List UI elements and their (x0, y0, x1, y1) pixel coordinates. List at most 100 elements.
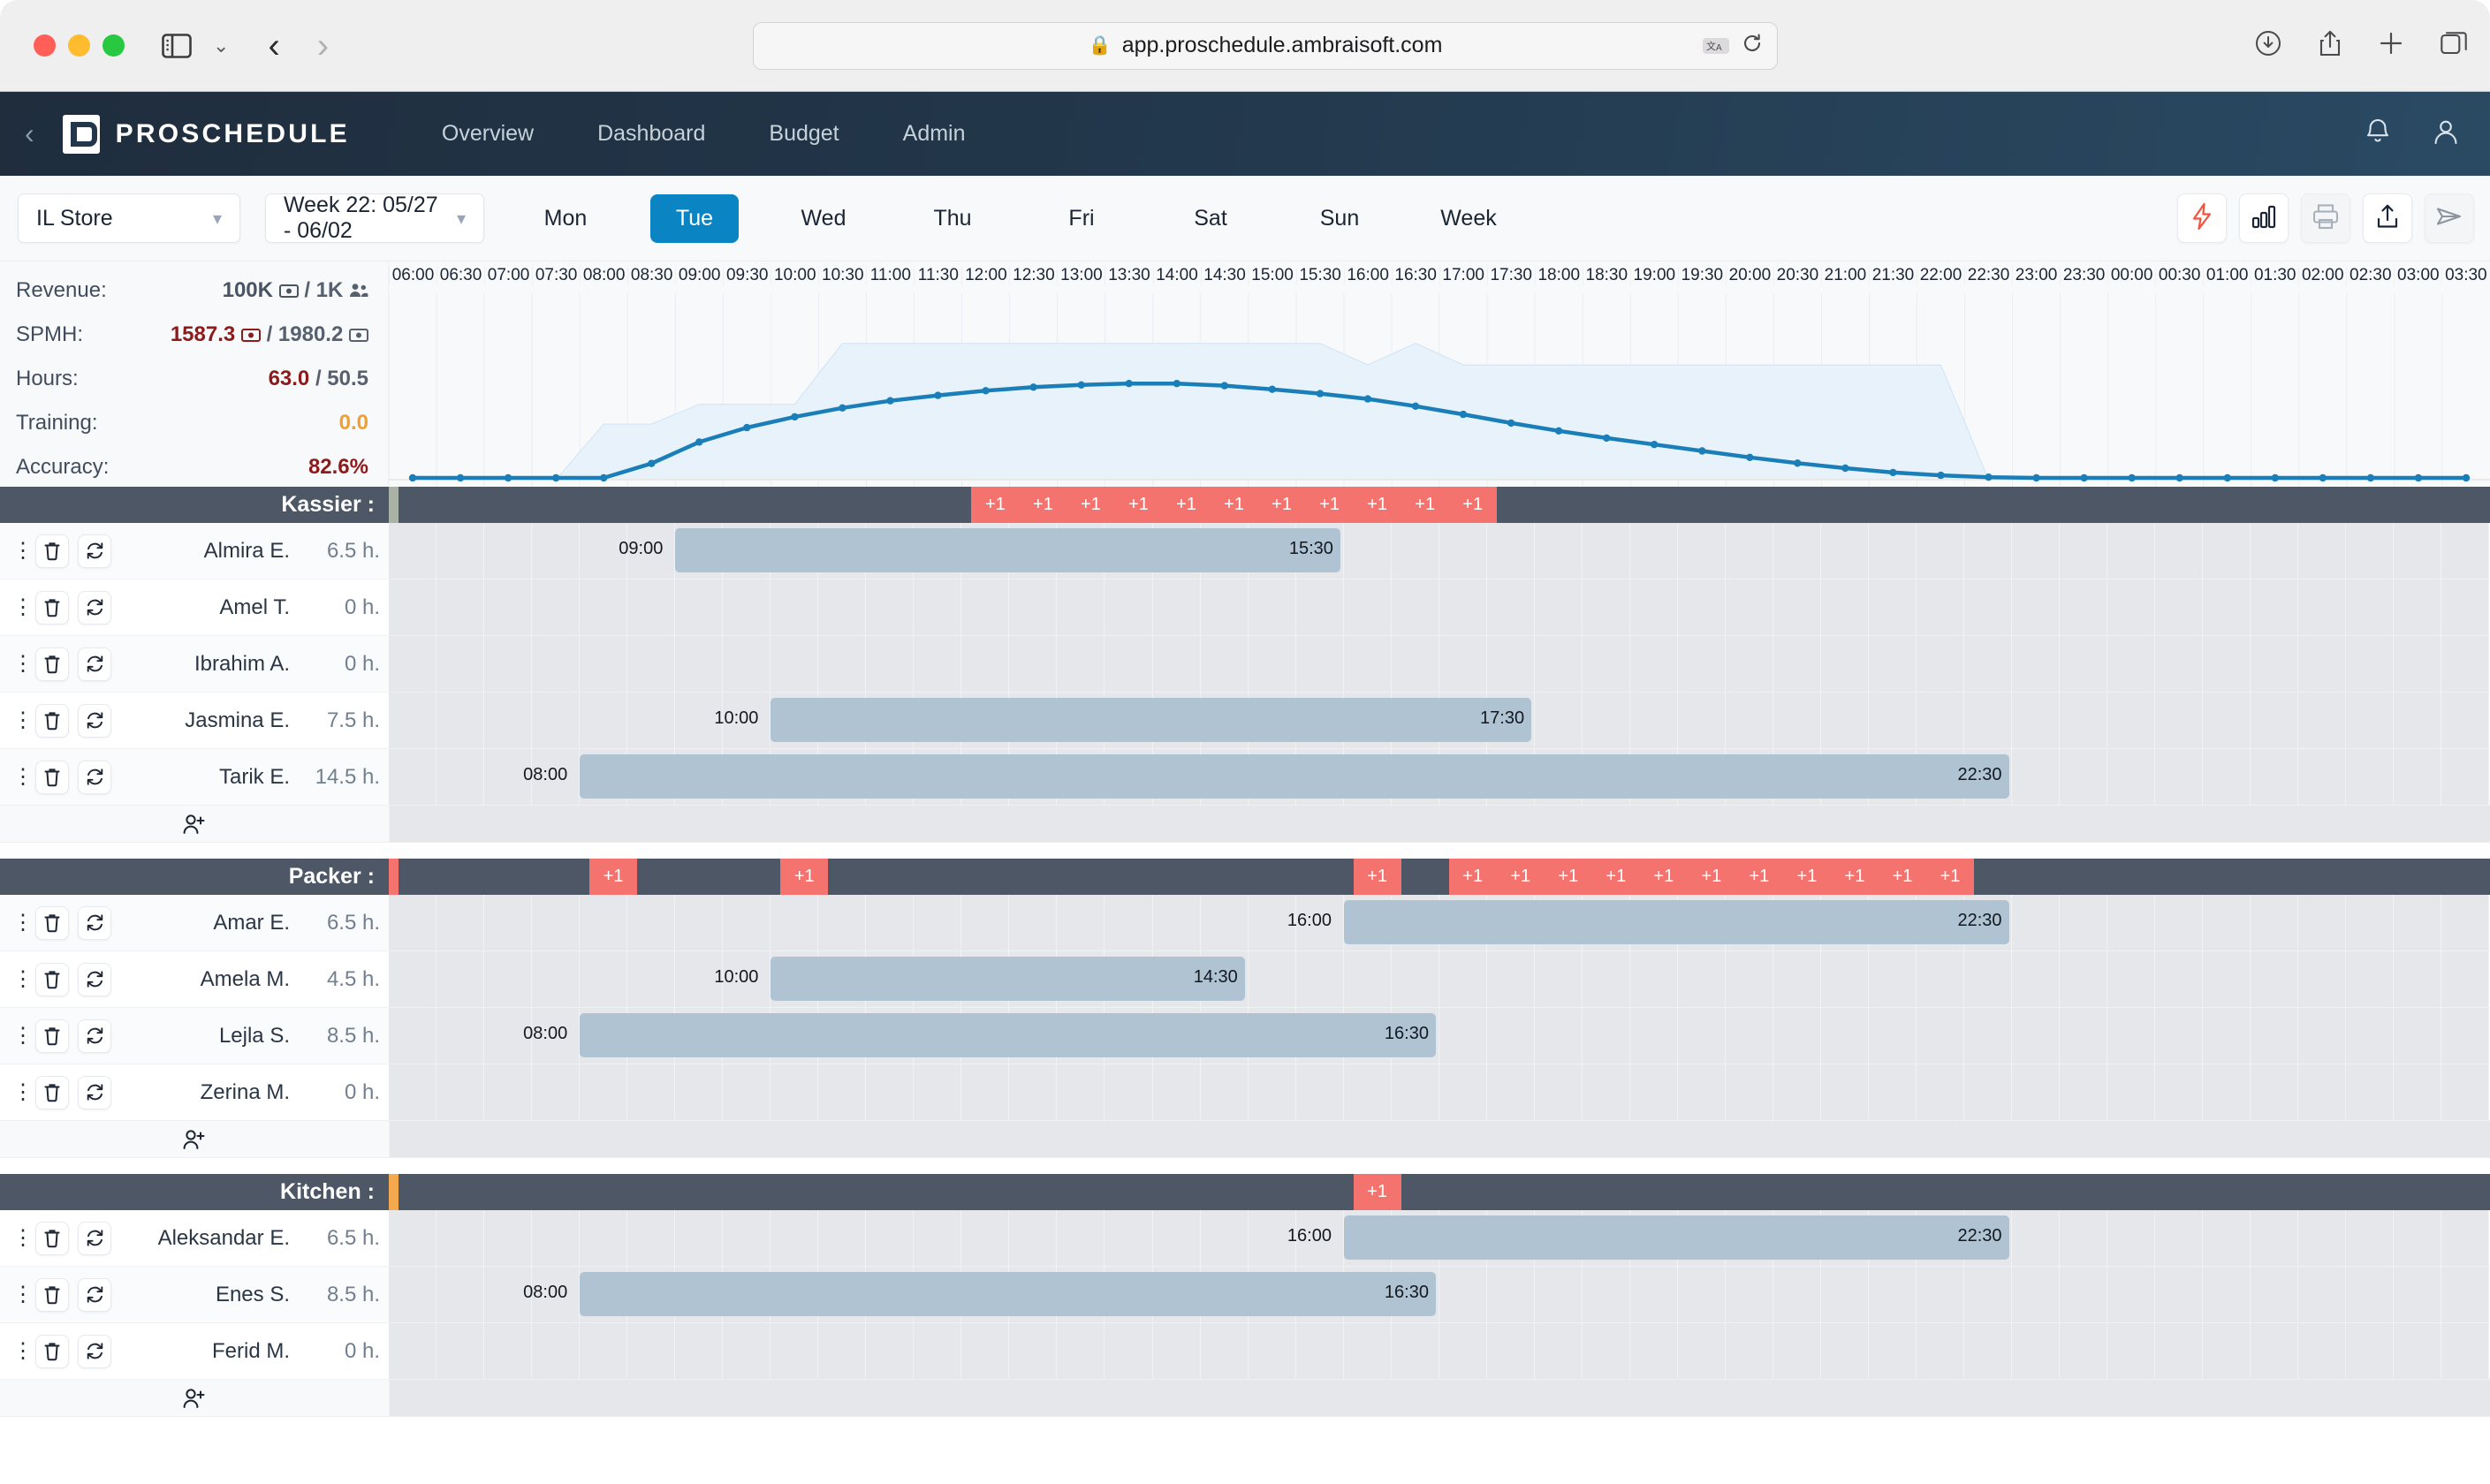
timeslot-cell[interactable] (389, 951, 437, 1007)
timeslot-cell[interactable] (1917, 693, 1965, 748)
timeslot-cell[interactable] (1820, 579, 1869, 635)
send-button[interactable] (2425, 193, 2474, 243)
timeslot-cell[interactable] (2298, 523, 2347, 579)
add-employee-row[interactable] (0, 1380, 2490, 1417)
timeslot-cell[interactable] (2346, 951, 2395, 1007)
timeslot-cell[interactable] (1582, 1064, 1630, 1120)
timeslot-cell[interactable] (866, 579, 915, 635)
timeslot-cell[interactable] (580, 636, 628, 692)
timeslot-cell[interactable] (1105, 1323, 1153, 1379)
timeslot-cell[interactable] (1391, 579, 1439, 635)
timeslot-cell[interactable] (2346, 693, 2395, 748)
timeslot-cell[interactable] (437, 523, 485, 579)
timeslot-cell[interactable] (723, 895, 771, 950)
timeslot-cell[interactable] (1820, 951, 1869, 1007)
timeslot-cell[interactable] (723, 1323, 771, 1379)
timeslot-cell[interactable] (484, 523, 533, 579)
timeslot-cell[interactable] (1009, 1064, 1058, 1120)
timeslot-cell[interactable] (961, 895, 1010, 950)
timeslot-cell[interactable] (771, 636, 819, 692)
timeslot-cell[interactable] (1868, 1267, 1917, 1322)
timeslot-cell[interactable] (2107, 895, 2156, 950)
timeslot-cell[interactable] (1248, 579, 1296, 635)
timeslot-cell[interactable] (2107, 636, 2156, 692)
timeslot-cell[interactable] (2298, 1008, 2347, 1064)
timeslot-cell[interactable] (1629, 693, 1678, 748)
timeslot-cell[interactable] (2012, 1064, 2061, 1120)
understaffed-badge[interactable]: +1 (1448, 859, 1497, 895)
timeslot-cell[interactable] (580, 895, 628, 950)
timeslot-cell[interactable] (1629, 523, 1678, 579)
timeslot-cell[interactable] (1964, 1267, 2013, 1322)
timeslot-cell[interactable] (1105, 1210, 1153, 1266)
shift-block[interactable]: 08:00 22:30 (523, 754, 2009, 799)
timeslot-cell[interactable] (1200, 636, 1249, 692)
timeslot-cell[interactable] (2060, 523, 2108, 579)
timeslot-cell[interactable] (484, 579, 533, 635)
timeslot-cell[interactable] (675, 1064, 724, 1120)
timeslot-cell[interactable] (2012, 1323, 2061, 1379)
timeslot-cell[interactable] (1009, 895, 1058, 950)
nav-item-overview[interactable]: Overview (410, 121, 566, 147)
timeslot-cell[interactable] (1009, 636, 1058, 692)
sync-employee-button[interactable] (78, 590, 111, 625)
timeslot-cell[interactable] (2203, 1210, 2251, 1266)
timeslot-cell[interactable] (1820, 1064, 1869, 1120)
timeslot-cell[interactable] (1725, 951, 1773, 1007)
timeslot-cell[interactable] (866, 636, 915, 692)
timeslot-cell[interactable] (2394, 693, 2442, 748)
timeslot-cell[interactable] (2298, 1210, 2347, 1266)
timeslot-cell[interactable] (532, 951, 581, 1007)
timeslot-cell[interactable] (1105, 1064, 1153, 1120)
timeslot-cell[interactable] (1295, 636, 1344, 692)
timeslot-cell[interactable] (532, 1323, 581, 1379)
nav-item-dashboard[interactable]: Dashboard (566, 121, 737, 147)
timeslot-cell[interactable] (1486, 1064, 1535, 1120)
timeslot-cell[interactable] (532, 693, 581, 748)
lightning-button[interactable] (2177, 193, 2227, 243)
timeslot-cell[interactable] (627, 693, 676, 748)
timeslot-cell[interactable] (1486, 951, 1535, 1007)
timeslot-cell[interactable] (1200, 1064, 1249, 1120)
sync-employee-button[interactable] (78, 703, 111, 738)
store-select[interactable]: IL Store ▾ (18, 193, 240, 243)
timeslot-cell[interactable] (1725, 1267, 1773, 1322)
day-tab-mon[interactable]: Mon (521, 194, 610, 243)
timeslot-cell[interactable] (2394, 523, 2442, 579)
shift-block[interactable]: 10:00 17:30 (714, 698, 1532, 742)
timeslot-cell[interactable] (1964, 579, 2013, 635)
timeslot-cell[interactable] (2251, 1210, 2299, 1266)
timeslot-cell[interactable] (2107, 523, 2156, 579)
timeslot-cell[interactable] (1917, 951, 1965, 1007)
timeslot-cell[interactable] (1725, 1323, 1773, 1379)
sync-employee-button[interactable] (78, 905, 111, 940)
timeslot-cell[interactable] (771, 579, 819, 635)
timeslot-cell[interactable] (675, 1210, 724, 1266)
employee-shift-track[interactable]: 08:00 16:30 (389, 1267, 2490, 1322)
timeslot-cell[interactable] (1629, 579, 1678, 635)
timeslot-cell[interactable] (914, 579, 962, 635)
timeslot-cell[interactable] (2394, 1210, 2442, 1266)
understaffed-badge[interactable]: +1 (1926, 859, 1975, 895)
timeslot-cell[interactable] (1343, 523, 1392, 579)
timeslot-cell[interactable] (961, 1323, 1010, 1379)
timeslot-cell[interactable] (2394, 579, 2442, 635)
timeslot-cell[interactable] (437, 636, 485, 692)
timeslot-cell[interactable] (1009, 1323, 1058, 1379)
timeslot-cell[interactable] (1964, 523, 2013, 579)
employee-shift-track[interactable]: 16:00 22:30 (389, 895, 2490, 950)
understaffed-badge[interactable]: +1 (1353, 487, 1401, 523)
timeslot-cell[interactable] (1343, 636, 1392, 692)
timeslot-cell[interactable] (2394, 1064, 2442, 1120)
timeslot-cell[interactable] (2203, 951, 2251, 1007)
drag-handle-icon[interactable]: ⋮ (12, 910, 34, 935)
timeslot-cell[interactable] (1725, 1008, 1773, 1064)
timeslot-cell[interactable] (389, 1323, 437, 1379)
timeslot-cell[interactable] (627, 579, 676, 635)
timeslot-cell[interactable] (1725, 1064, 1773, 1120)
timeslot-cell[interactable] (2394, 749, 2442, 805)
timeslot-cell[interactable] (2251, 749, 2299, 805)
timeslot-cell[interactable] (2441, 523, 2490, 579)
day-tab-wed[interactable]: Wed (779, 194, 868, 243)
timeslot-cell[interactable] (2346, 1064, 2395, 1120)
